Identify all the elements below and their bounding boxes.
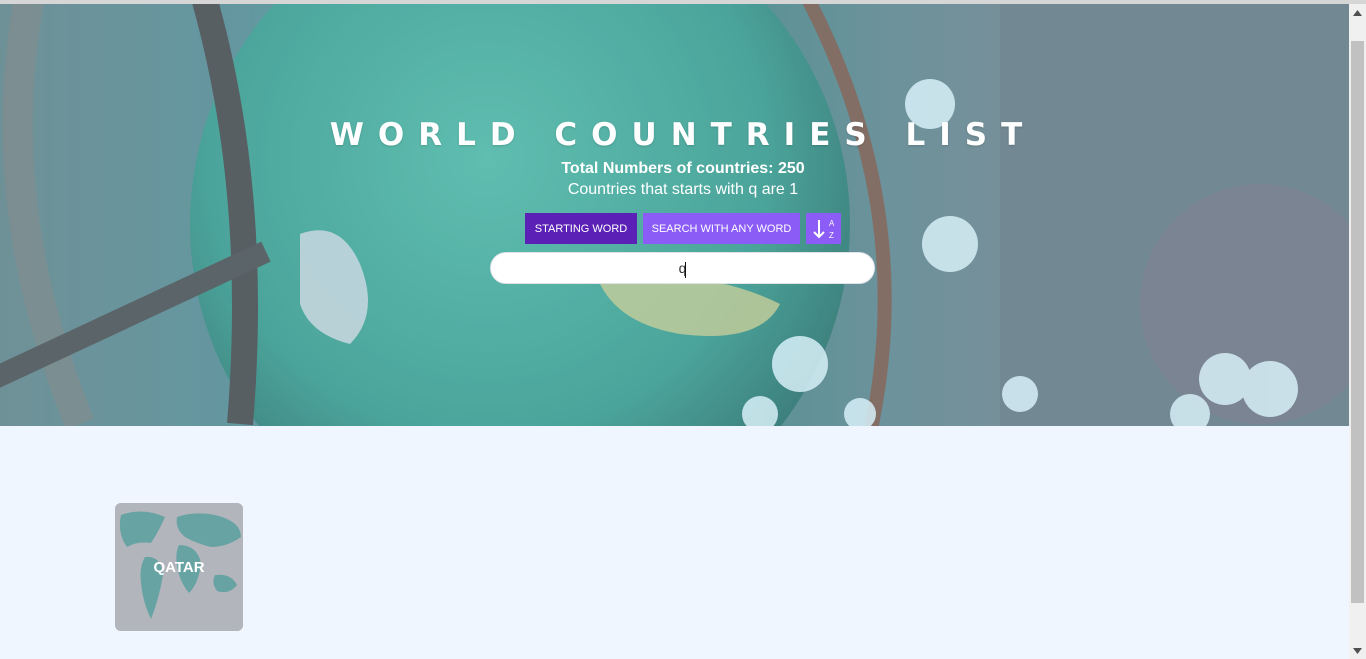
page-title: WORLD COUNTRIES LIST xyxy=(329,117,1037,153)
total-countries-text: Total Numbers of countries: 250 xyxy=(561,160,805,177)
sort-button[interactable]: A Z xyxy=(806,213,841,244)
search-input[interactable] xyxy=(490,252,875,284)
country-name: QATAR xyxy=(153,558,205,576)
starting-word-button[interactable]: STARTING WORD xyxy=(525,213,637,244)
sort-alpha-down-icon: A Z xyxy=(812,219,835,240)
svg-text:Z: Z xyxy=(829,231,834,240)
svg-text:A: A xyxy=(829,219,835,228)
vertical-scrollbar[interactable] xyxy=(1349,4,1366,659)
starts-with-count-text: Countries that starts with q are 1 xyxy=(567,181,799,198)
hero-content: WORLD COUNTRIES LIST Total Numbers of co… xyxy=(0,4,1349,426)
scroll-down-arrow-icon[interactable] xyxy=(1349,642,1366,659)
scroll-up-arrow-icon[interactable] xyxy=(1349,4,1366,21)
scrollbar-thumb[interactable] xyxy=(1351,41,1364,603)
hero-banner: WORLD COUNTRIES LIST Total Numbers of co… xyxy=(0,4,1349,426)
search-any-word-button[interactable]: SEARCH WITH ANY WORD xyxy=(643,213,800,244)
country-card[interactable]: QATAR xyxy=(115,503,243,631)
text-cursor xyxy=(685,262,686,278)
